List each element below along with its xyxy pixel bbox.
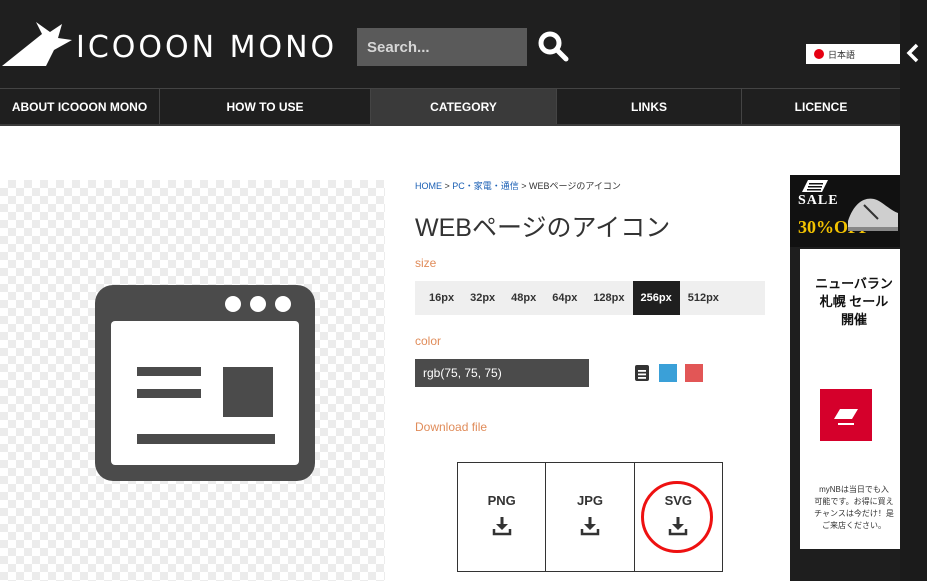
breadcrumb-category[interactable]: PC・家電・通信 <box>452 181 519 191</box>
download-panel: PNG JPG SVG <box>457 462 723 572</box>
download-format-label: JPG <box>576 493 603 508</box>
side-panel-strip <box>900 0 927 581</box>
ad-copy-line: 可能です。お得に買え <box>814 497 894 506</box>
ad-heading: ニューバラン 札幌 セール 開催 <box>808 275 900 329</box>
new-balance-red-logo-icon <box>820 389 872 441</box>
download-format-label: PNG <box>487 493 516 508</box>
nav-licence[interactable]: LICENCE <box>742 89 900 124</box>
ad-copy-line: ご来店ください。 <box>822 521 886 530</box>
download-svg-button[interactable]: SVG <box>635 463 722 571</box>
site-header: ICOOON MONO 日本語 <box>0 0 900 88</box>
ad-copy: myNBは当日でも入 可能です。お得に買え チャンスは今だけ！是 ご来店ください… <box>808 484 900 532</box>
color-swatch-blue[interactable] <box>659 364 677 382</box>
japan-flag-icon <box>814 49 824 59</box>
save-document-icon[interactable] <box>633 364 651 382</box>
download-format-label: SVG <box>664 493 693 508</box>
download-icon <box>580 517 600 536</box>
download-icon <box>492 517 511 536</box>
download-label: Download file <box>415 420 488 434</box>
main-nav: ABOUT ICOOON MONO HOW TO USE CATEGORY LI… <box>0 88 900 126</box>
size-option-128[interactable]: 128px <box>585 281 632 315</box>
size-selector: 16px 32px 48px 64px 128px 256px 512px <box>415 281 765 315</box>
color-value-field[interactable]: rgb(75, 75, 75) <box>415 359 589 387</box>
new-balance-logo-icon <box>802 180 828 192</box>
breadcrumb-home[interactable]: HOME <box>415 181 442 191</box>
breadcrumb-current: WEBページのアイコン <box>529 181 621 191</box>
page-title: WEBページのアイコン <box>415 214 671 242</box>
ad-heading-line: 開催 <box>840 312 867 327</box>
breadcrumb-separator: > <box>518 181 530 191</box>
color-swatch-red[interactable] <box>685 364 703 382</box>
ad-banner: SALE 30%OFF <box>790 175 900 247</box>
breadcrumb-separator: > <box>442 181 453 191</box>
color-label: color <box>415 334 442 348</box>
ad-heading-line: ニューバラン <box>815 276 893 291</box>
chevron-left-icon[interactable] <box>904 42 922 64</box>
ad-copy-line: チャンスは今だけ！是 <box>814 509 894 518</box>
size-option-48[interactable]: 48px <box>503 281 544 315</box>
download-jpg-button[interactable]: JPG <box>546 463 635 571</box>
download-png-button[interactable]: PNG <box>458 463 547 571</box>
nav-category[interactable]: CATEGORY <box>371 89 557 124</box>
breadcrumb: HOME > PC・家電・通信 > WEBページのアイコン <box>415 179 621 192</box>
advertisement[interactable]: SALE 30%OFF ニューバラン 札幌 セール 開催 myNBは当日でも入 … <box>790 175 900 581</box>
language-select[interactable]: 日本語 <box>806 44 900 64</box>
web-page-icon <box>95 285 315 481</box>
shoe-image-icon <box>848 198 898 231</box>
site-logo-text[interactable]: ICOOON MONO <box>76 30 337 65</box>
nav-about[interactable]: ABOUT ICOOON MONO <box>0 89 160 124</box>
nav-links[interactable]: LINKS <box>557 89 742 124</box>
size-option-64[interactable]: 64px <box>544 281 585 315</box>
search-icon[interactable] <box>537 30 569 62</box>
color-swatches <box>633 364 703 382</box>
language-label: 日本語 <box>828 49 856 60</box>
size-option-256[interactable]: 256px <box>632 281 680 315</box>
ad-heading-line: 札幌 セール <box>819 294 889 309</box>
ad-copy-line: myNBは当日でも入 <box>819 485 889 494</box>
search-input[interactable] <box>357 28 527 66</box>
download-icon <box>669 517 688 536</box>
size-label: size <box>415 256 437 270</box>
ad-sale-text: SALE <box>798 193 839 208</box>
size-option-32[interactable]: 32px <box>462 281 503 315</box>
size-option-512[interactable]: 512px <box>680 281 727 315</box>
logo-icon[interactable] <box>2 20 72 66</box>
size-option-16[interactable]: 16px <box>421 281 462 315</box>
nav-how-to-use[interactable]: HOW TO USE <box>160 89 371 124</box>
